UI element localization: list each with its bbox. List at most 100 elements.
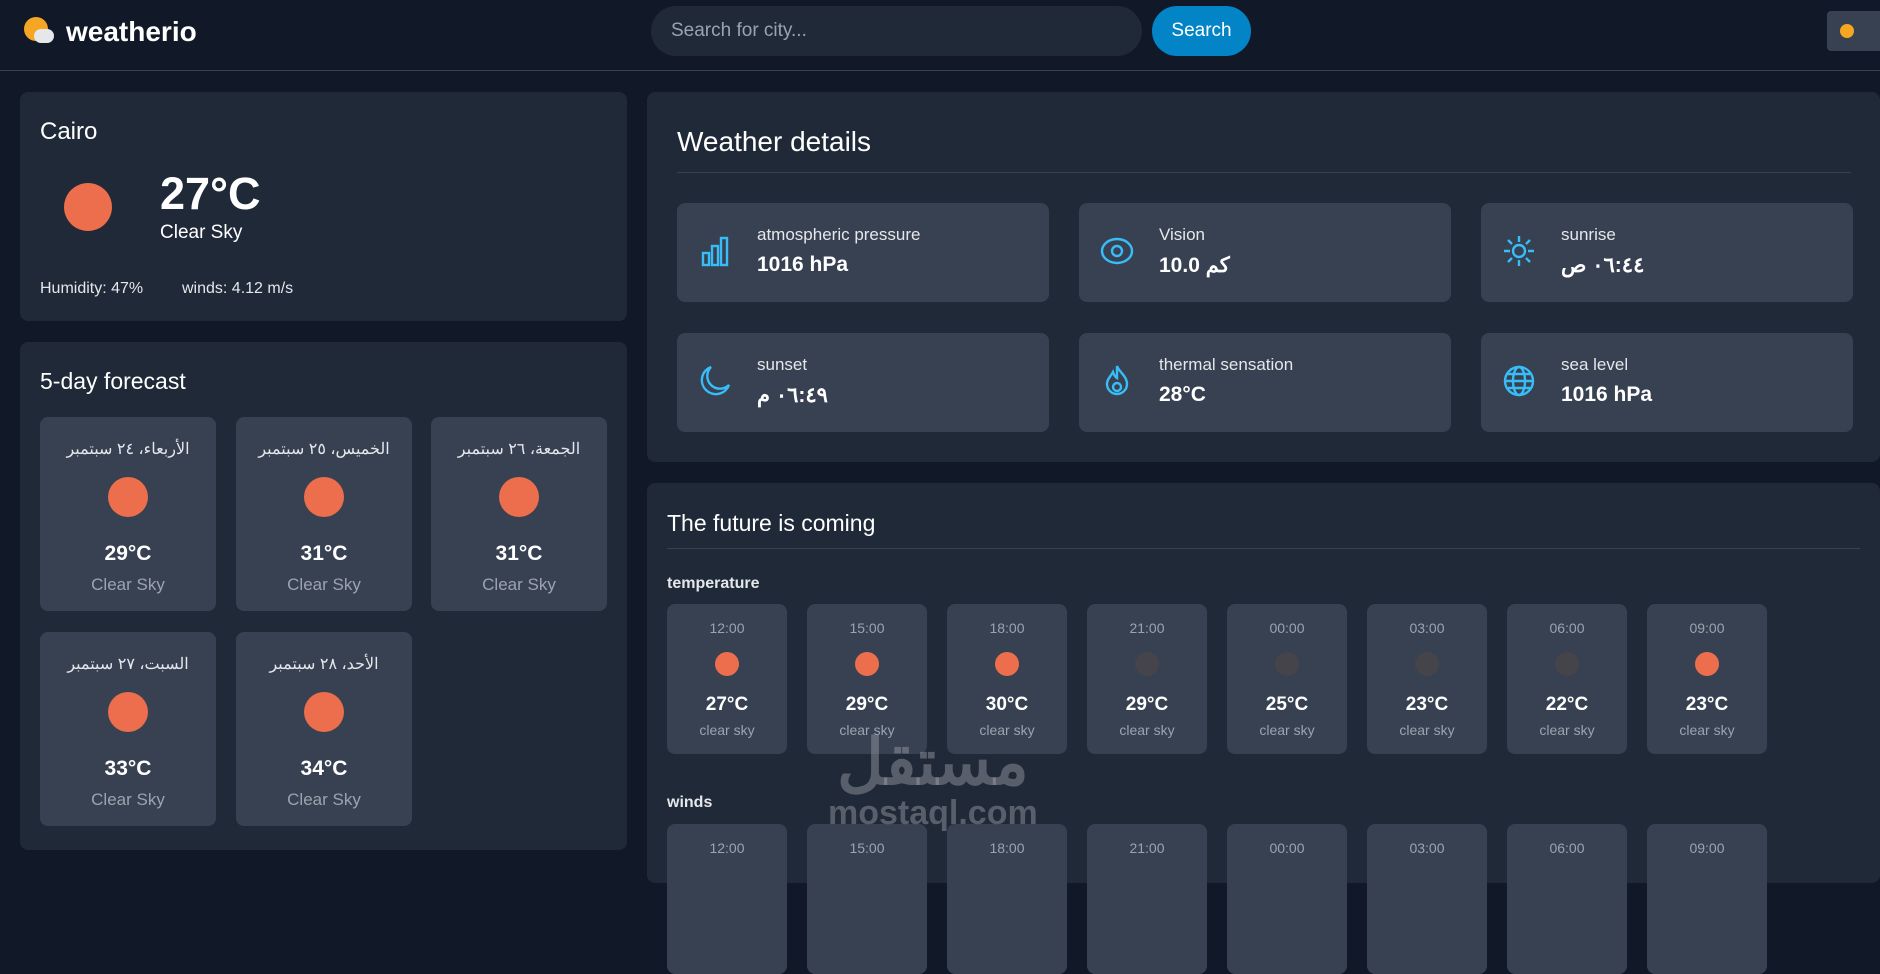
forecast-day: السبت، ٢٧ سبتمبر 33°C Clear Sky	[40, 632, 216, 826]
detail-tile: sea level 1016 hPa	[1481, 333, 1853, 432]
hour-tile: 12:00 27°C clear sky	[667, 604, 787, 754]
flame-icon	[1105, 365, 1129, 396]
forecast-day: الخميس، ٢٥ سبتمبر 31°C Clear Sky	[236, 417, 412, 611]
hour-tile: 21:00 29°C clear sky	[1087, 604, 1207, 754]
hour-tile: 06:00 22°C clear sky	[1507, 604, 1627, 754]
forecast-temp: 31°C	[495, 542, 543, 565]
sun-icon	[995, 652, 1019, 676]
detail-label: thermal sensation	[1159, 355, 1294, 374]
moon-icon	[1555, 652, 1579, 676]
wind-hour-tile: 12:00	[667, 824, 787, 974]
hour-time: 18:00	[989, 620, 1025, 636]
hour-temp: 27°C	[705, 694, 749, 715]
forecast-date: السبت، ٢٧ سبتمبر	[67, 656, 189, 673]
detail-tile: sunrise ٠٦:٤٤ ص	[1481, 203, 1853, 302]
hour-tile: 03:00 23°C clear sky	[1367, 604, 1487, 754]
humidity: Humidity: 47%	[40, 280, 144, 297]
detail-value: 10.0 كم	[1159, 254, 1230, 277]
detail-tile: sunset ٠٦:٤٩ م	[677, 333, 1049, 432]
hour-time: 06:00	[1549, 620, 1585, 636]
detail-label: Vision	[1159, 225, 1205, 244]
forecast-day: الأحد، ٢٨ سبتمبر 34°C Clear Sky	[236, 632, 412, 826]
watermark: مستقل mostaql.com	[828, 726, 1038, 832]
wind-hour-tile: 06:00	[1507, 824, 1627, 974]
forecast-card: 5-day forecast الأربعاء، ٢٤ سبتمبر 29°C Cl…	[20, 342, 627, 850]
forecast-temp: 29°C	[104, 542, 152, 565]
hour-time: 15:00	[849, 620, 885, 636]
detail-label: sunset	[757, 355, 808, 374]
wind-hour-tile: 18:00	[947, 824, 1067, 974]
wind-hour-tile: 21:00	[1087, 824, 1207, 974]
forecast-temp: 33°C	[104, 757, 152, 780]
sun-cloud-icon	[24, 17, 54, 47]
winds: winds: 4.12 m/s	[182, 280, 294, 297]
wind-hour-tile: 09:00	[1647, 824, 1767, 974]
hour-desc: clear sky	[1399, 722, 1455, 738]
hour-time: 00:00	[1269, 840, 1305, 856]
forecast-desc: Clear Sky	[91, 575, 165, 594]
moon-icon	[1415, 652, 1439, 676]
sun-icon	[499, 477, 539, 517]
forecast-desc: Clear Sky	[287, 575, 361, 594]
current-temp: 27°C	[160, 168, 261, 219]
forecast-temp: 34°C	[300, 757, 348, 780]
hour-desc: clear sky	[1119, 722, 1175, 738]
forecast-temp: 31°C	[300, 542, 348, 565]
forecast-day: الجمعة، ٢٦ سبتمبر 31°C Clear Sky	[431, 417, 607, 611]
sun-icon	[715, 652, 739, 676]
hour-temp: 23°C	[1685, 694, 1729, 715]
detail-tile: atmospheric pressure 1016 hPa	[677, 203, 1049, 302]
forecast-date: الجمعة، ٢٦ سبتمبر	[457, 441, 581, 458]
winds-label: winds	[667, 794, 713, 811]
sun-icon	[1840, 24, 1854, 38]
sun-icon	[304, 692, 344, 732]
forecast-date: الأحد، ٢٨ سبتمبر	[269, 656, 379, 673]
hour-time: 09:00	[1689, 840, 1725, 856]
hour-temp: 25°C	[1265, 694, 1309, 715]
sun-icon	[108, 692, 148, 732]
hour-time: 03:00	[1409, 620, 1445, 636]
header: weatherio Search	[0, 0, 1880, 71]
city-name: Cairo	[40, 118, 98, 145]
sun-icon	[1695, 652, 1719, 676]
sun-icon	[1504, 236, 1534, 266]
moon-icon	[700, 365, 731, 396]
hour-time: 18:00	[989, 840, 1025, 856]
forecast-desc: Clear Sky	[91, 790, 165, 809]
search-button[interactable]: Search	[1152, 6, 1251, 56]
sun-icon	[855, 652, 879, 676]
divider	[667, 548, 1860, 549]
temperature-label: temperature	[667, 575, 760, 592]
detail-value: ٠٦:٤٩ م	[757, 384, 828, 407]
forecast-title: 5-day forecast	[40, 368, 186, 394]
detail-label: sea level	[1561, 355, 1629, 374]
future-title: The future is coming	[667, 510, 876, 536]
forecast-date: الخميس، ٢٥ سبتمبر	[258, 441, 390, 458]
theme-toggle-button[interactable]	[1827, 11, 1880, 51]
hour-tile: 09:00 23°C clear sky	[1647, 604, 1767, 754]
wind-hour-tile: 00:00	[1227, 824, 1347, 974]
hour-time: 21:00	[1129, 840, 1165, 856]
hour-temp: 29°C	[845, 694, 889, 715]
forecast-date: الأربعاء، ٢٤ سبتمبر	[66, 441, 190, 458]
forecast-desc: Clear Sky	[287, 790, 361, 809]
wind-hour-tile: 03:00	[1367, 824, 1487, 974]
hour-temp: 23°C	[1405, 694, 1449, 715]
detail-value: 1016 hPa	[757, 253, 849, 276]
weather-icon	[64, 183, 112, 231]
logo[interactable]: weatherio	[24, 16, 197, 48]
detail-value: ٠٦:٤٤ ص	[1561, 254, 1645, 277]
hour-time: 21:00	[1129, 620, 1165, 636]
hour-temp: 30°C	[985, 694, 1029, 715]
wind-hour-tile: 15:00	[807, 824, 927, 974]
forecast-day: الأربعاء، ٢٤ سبتمبر 29°C Clear Sky	[40, 417, 216, 611]
hour-tile: 00:00 25°C clear sky	[1227, 604, 1347, 754]
sun-icon	[304, 477, 344, 517]
detail-value: 1016 hPa	[1561, 383, 1653, 406]
hour-time: 12:00	[709, 620, 745, 636]
hour-time: 06:00	[1549, 840, 1585, 856]
hour-time: 15:00	[849, 840, 885, 856]
search-input[interactable]	[651, 6, 1142, 56]
detail-tile: Vision 10.0 كم	[1079, 203, 1451, 302]
detail-tile: thermal sensation 28°C	[1079, 333, 1451, 432]
